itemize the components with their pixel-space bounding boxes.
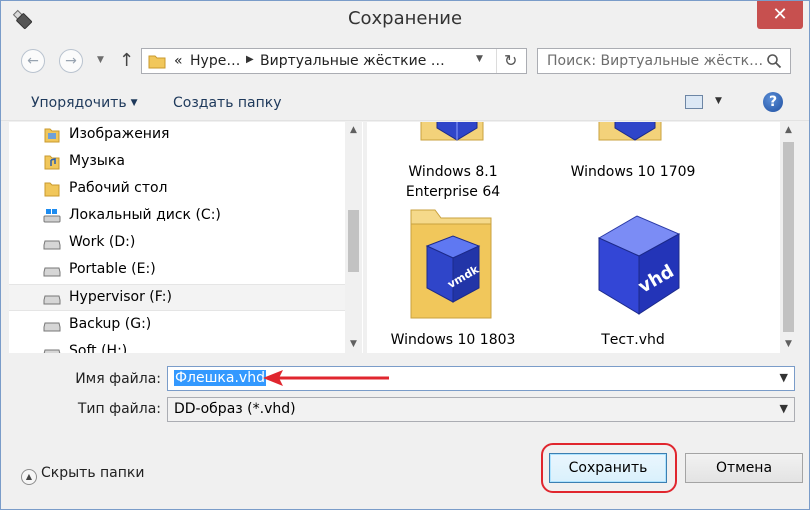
drive-icon xyxy=(43,349,61,353)
file-list-scrollbar[interactable]: ▲ ▼ xyxy=(780,122,797,353)
window-title: Сохранение xyxy=(347,8,463,29)
hide-folders-label: Скрыть папки xyxy=(41,465,145,481)
save-button[interactable]: Сохранить xyxy=(549,453,667,483)
view-options-dropdown-icon[interactable]: ▼ xyxy=(715,96,722,106)
cancel-button[interactable]: Отмена xyxy=(685,453,803,483)
file-name-line: Enterprise 64 xyxy=(405,184,501,200)
file-item[interactable]: vhd Тест.vhd xyxy=(553,206,713,352)
vhd-file-icon: vhd xyxy=(597,215,681,315)
file-item[interactable]: vmdk Windows 10 1803 xyxy=(373,206,533,352)
refresh-icon[interactable]: ↻ xyxy=(504,51,517,70)
filename-label: Имя файла: xyxy=(75,371,161,387)
back-button[interactable]: ← xyxy=(21,49,45,73)
navigation-pane[interactable]: Изображения Музыка Рабочий стол Локальны… xyxy=(9,122,363,353)
sidebar-item-label: Изображения xyxy=(69,126,170,142)
file-item[interactable]: Windows 8.1 Enterprise 64 xyxy=(373,122,533,202)
recent-locations-dropdown[interactable]: ▼ xyxy=(97,55,107,67)
scroll-down-icon[interactable]: ▼ xyxy=(345,336,362,353)
help-icon[interactable]: ? xyxy=(763,92,783,112)
forward-button[interactable]: → xyxy=(59,49,83,73)
sidebar-item-drive-h[interactable]: Soft (H:) xyxy=(9,339,345,353)
scroll-down-icon[interactable]: ▼ xyxy=(780,336,797,353)
sidebar-item-label: Hypervisor (F:) xyxy=(69,289,172,305)
breadcrumb-item[interactable]: Hype… xyxy=(190,53,240,69)
breadcrumb-separator-icon[interactable]: ▶ xyxy=(246,54,254,65)
pictures-folder-icon xyxy=(44,128,60,143)
save-dialog: Сохранение ✕ ← → ▼ ↑ « Hype… ▶ Виртуальн… xyxy=(0,0,810,510)
sidebar-item-drive-f[interactable]: Hypervisor (F:) xyxy=(9,284,345,311)
music-folder-icon xyxy=(44,155,60,170)
organize-label: Упорядочить xyxy=(31,95,127,111)
file-item-label: Windows 8.1 Enterprise 64 xyxy=(373,162,533,202)
scroll-up-icon[interactable]: ▲ xyxy=(345,122,362,139)
chevron-down-icon: ▼ xyxy=(130,98,138,108)
system-drive-icon xyxy=(43,209,61,223)
sidebar-item-drive-d[interactable]: Work (D:) xyxy=(9,230,345,257)
sidebar-item-label: Portable (E:) xyxy=(69,261,156,277)
sidebar-item-label: Музыка xyxy=(69,153,125,169)
chevron-up-icon: ▲ xyxy=(21,469,37,485)
address-divider xyxy=(496,49,497,73)
file-item-label: Windows 10 1709 xyxy=(570,164,696,180)
hide-folders-button[interactable]: ▲ Скрыть папки xyxy=(21,465,144,485)
drive-icon xyxy=(43,295,61,305)
chevron-down-icon[interactable]: ▼ xyxy=(780,371,788,384)
save-form: Имя файла: Флешка.vhd ▼ Тип файла: DD-об… xyxy=(1,353,809,433)
file-item-label: Windows 10 1803 xyxy=(390,332,516,348)
change-view-icon[interactable] xyxy=(685,95,703,109)
sidebar-item-label: Рабочий стол xyxy=(69,180,168,196)
address-dropdown-icon[interactable]: ▼ xyxy=(476,54,483,64)
filename-input[interactable]: Флешка.vhd xyxy=(174,370,266,386)
file-item-label: Тест.vhd xyxy=(601,332,665,348)
chevron-down-icon[interactable]: ▼ xyxy=(780,402,788,415)
sidebar-item-label: Backup (G:) xyxy=(69,316,152,332)
navigation-bar: ← → ▼ ↑ « Hype… ▶ Виртуальные жёсткие … … xyxy=(1,41,809,81)
search-icon[interactable] xyxy=(766,53,782,69)
command-toolbar: Упорядочить ▼ Создать папку ▼ ? xyxy=(1,87,809,121)
sidebar-item-music[interactable]: Музыка xyxy=(9,149,345,176)
sidebar-item-drive-e[interactable]: Portable (E:) xyxy=(9,257,345,284)
file-list-pane[interactable]: Windows 8.1 Enterprise 64 Windows 10 170… xyxy=(367,122,797,353)
organize-button[interactable]: Упорядочить ▼ xyxy=(31,95,138,111)
vmdk-folder-icon xyxy=(598,122,662,141)
annotation-arrow-icon xyxy=(263,370,389,386)
filetype-value: DD-образ (*.vhd) xyxy=(174,401,296,417)
filetype-label: Тип файла: xyxy=(77,401,161,417)
sidebar-item-desktop[interactable]: Рабочий стол xyxy=(9,176,345,203)
up-button[interactable]: ↑ xyxy=(119,50,135,72)
drive-icon xyxy=(43,322,61,332)
forward-arrow-icon: → xyxy=(65,53,77,69)
drive-icon xyxy=(43,240,61,250)
search-input[interactable]: Поиск: Виртуальные жёстк… xyxy=(547,53,763,69)
address-bar[interactable]: « Hype… ▶ Виртуальные жёсткие … ▼ ↻ xyxy=(141,48,527,74)
up-arrow-icon: ↑ xyxy=(119,50,135,71)
new-folder-button[interactable]: Создать папку xyxy=(173,95,282,111)
file-name-line: Windows 8.1 xyxy=(408,164,498,180)
close-button[interactable]: ✕ xyxy=(757,1,803,29)
breadcrumb-item[interactable]: Виртуальные жёсткие … xyxy=(260,53,445,69)
sidebar-item-drive-c[interactable]: Локальный диск (C:) xyxy=(9,203,345,230)
file-item[interactable]: Windows 10 1709 xyxy=(553,122,713,182)
vmdk-folder-icon: vmdk xyxy=(410,209,492,319)
sidebar-item-pictures[interactable]: Изображения xyxy=(9,122,345,149)
search-box[interactable]: Поиск: Виртуальные жёстк… xyxy=(537,48,791,74)
drive-icon xyxy=(43,267,61,277)
scrollbar-thumb[interactable] xyxy=(783,142,794,332)
sidebar-item-label: Work (D:) xyxy=(69,234,136,250)
breadcrumb-overflow[interactable]: « xyxy=(174,53,183,69)
sidebar-item-label: Soft (H:) xyxy=(69,343,128,353)
title-bar: Сохранение ✕ xyxy=(1,1,809,37)
desktop-folder-icon xyxy=(44,182,60,197)
back-arrow-icon: ← xyxy=(27,53,39,69)
chevron-down-icon: ▼ xyxy=(97,55,104,65)
navigation-pane-scrollbar[interactable]: ▲ ▼ xyxy=(345,122,362,353)
scroll-up-icon[interactable]: ▲ xyxy=(780,122,797,139)
sidebar-item-label: Локальный диск (C:) xyxy=(69,207,221,223)
filetype-select[interactable]: DD-образ (*.vhd) ▼ xyxy=(167,397,795,422)
vmdk-folder-icon xyxy=(420,122,484,141)
scrollbar-thumb[interactable] xyxy=(348,210,359,272)
sidebar-item-drive-g[interactable]: Backup (G:) xyxy=(9,312,345,339)
folder-icon xyxy=(148,55,166,69)
